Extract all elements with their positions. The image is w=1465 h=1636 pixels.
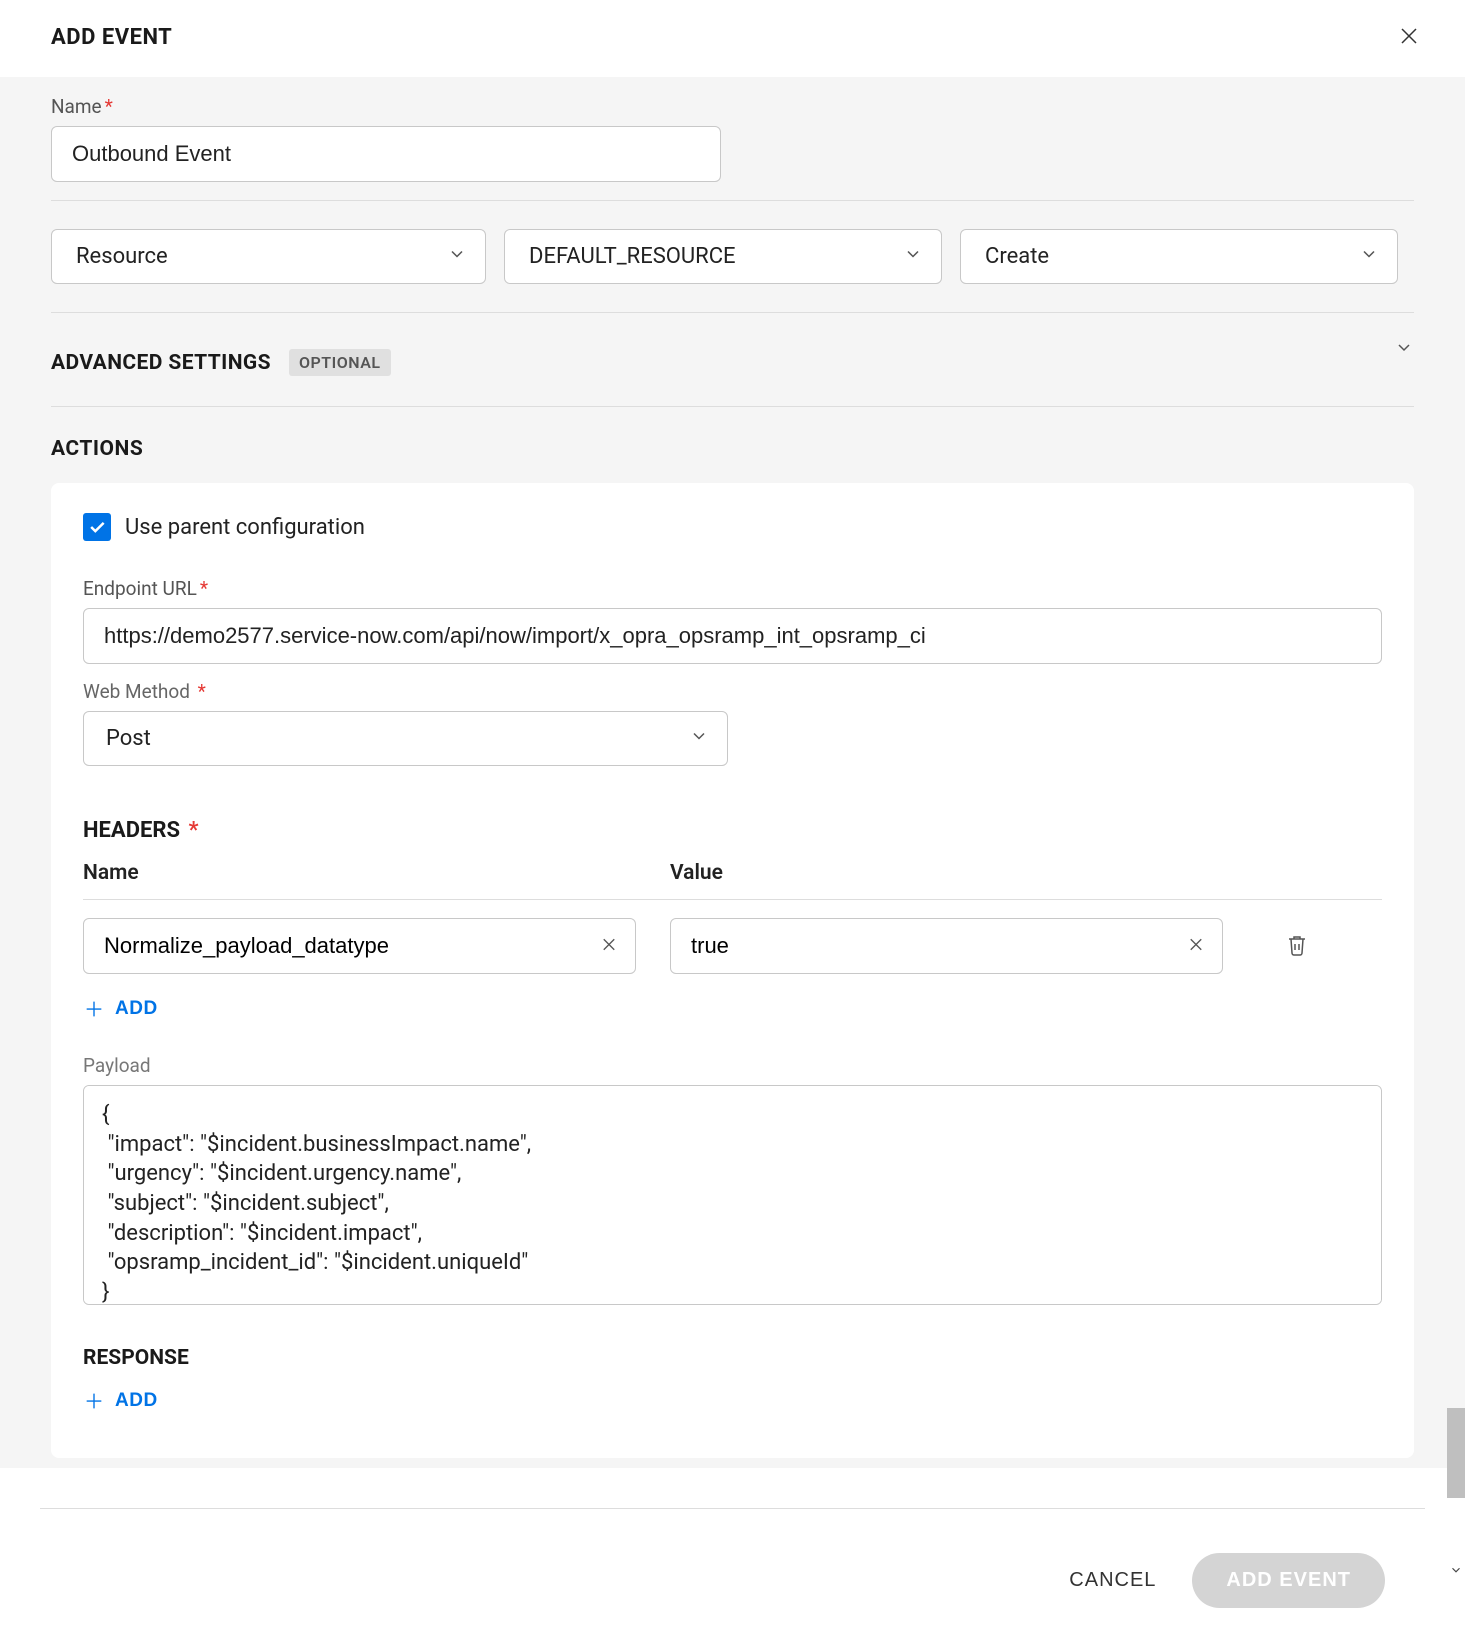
name-input[interactable] — [51, 126, 721, 182]
name-label: Name* — [51, 95, 1414, 118]
endpoint-label: Endpoint URL* — [83, 577, 1382, 600]
headers-section-title: HEADERS * — [83, 818, 1382, 843]
entity-type-select[interactable]: Resource — [51, 229, 486, 284]
header-name-input[interactable] — [83, 918, 636, 974]
resource-value: DEFAULT_RESOURCE — [529, 244, 736, 269]
chevron-down-icon — [1359, 244, 1379, 270]
endpoint-label-text: Endpoint URL — [83, 577, 197, 600]
headers-col-name: Name — [83, 861, 636, 885]
add-header-button[interactable]: ADD — [83, 992, 158, 1026]
advanced-settings-title: ADVANCED SETTINGS OPTIONAL — [51, 349, 391, 376]
divider — [51, 406, 1414, 407]
plus-icon — [83, 998, 105, 1020]
chevron-down-icon — [447, 244, 467, 270]
add-event-modal: ADD EVENT Name* Resource DEFAULT_RESOURC… — [0, 0, 1465, 1636]
add-header-label: ADD — [115, 998, 158, 1020]
modal-title: ADD EVENT — [51, 25, 172, 50]
required-asterisk: * — [193, 680, 206, 703]
header-name-field — [83, 918, 636, 974]
close-icon — [600, 936, 618, 954]
chevron-down-icon — [689, 726, 709, 752]
chevron-down-icon — [903, 244, 923, 270]
header-row — [83, 918, 1382, 974]
optional-badge: OPTIONAL — [289, 349, 391, 376]
cancel-button[interactable]: CANCEL — [1061, 1559, 1164, 1602]
modal-footer: CANCEL ADD EVENT — [40, 1508, 1425, 1636]
header-value-input[interactable] — [670, 918, 1223, 974]
resource-select[interactable]: DEFAULT_RESOURCE — [504, 229, 942, 284]
trash-icon — [1285, 932, 1309, 958]
required-asterisk: * — [105, 95, 113, 118]
clear-header-name-button[interactable] — [596, 932, 622, 961]
action-type-select[interactable]: Create — [960, 229, 1398, 284]
divider — [51, 200, 1414, 201]
header-value-field — [670, 918, 1223, 974]
required-asterisk: * — [183, 818, 198, 843]
scroll-down-icon[interactable] — [1449, 1558, 1463, 1572]
modal-header: ADD EVENT — [0, 0, 1465, 77]
add-response-button[interactable]: ADD — [83, 1384, 158, 1418]
headers-col-value: Value — [670, 861, 723, 885]
clear-header-value-button[interactable] — [1183, 932, 1209, 961]
delete-header-button[interactable] — [1277, 924, 1317, 969]
headers-title-text: HEADERS — [83, 818, 180, 843]
check-icon — [87, 517, 107, 537]
entity-select-row: Resource DEFAULT_RESOURCE Create — [51, 229, 1414, 284]
close-button[interactable] — [1393, 20, 1425, 55]
web-method-value: Post — [106, 726, 151, 751]
web-method-label-text: Web Method — [83, 680, 190, 703]
actions-card: Use parent configuration Endpoint URL* W… — [51, 483, 1414, 1458]
response-section-title: RESPONSE — [83, 1346, 1382, 1370]
payload-textarea[interactable] — [83, 1085, 1382, 1305]
plus-icon — [83, 1390, 105, 1412]
payload-label: Payload — [83, 1054, 1382, 1077]
name-label-text: Name — [51, 95, 102, 118]
chevron-down-icon — [1394, 338, 1414, 363]
use-parent-label: Use parent configuration — [125, 515, 365, 540]
action-type-value: Create — [985, 244, 1049, 269]
advanced-settings-text: ADVANCED SETTINGS — [51, 351, 271, 375]
headers-columns: Name Value — [83, 861, 1382, 900]
divider — [51, 312, 1414, 313]
advanced-settings-toggle[interactable]: ADVANCED SETTINGS OPTIONAL — [51, 343, 1414, 382]
close-icon — [1397, 24, 1421, 48]
endpoint-url-input[interactable] — [83, 608, 1382, 664]
scrollbar-thumb[interactable] — [1447, 1408, 1465, 1498]
close-icon — [1187, 936, 1205, 954]
use-parent-checkbox[interactable] — [83, 513, 111, 541]
web-method-select[interactable]: Post — [83, 711, 728, 766]
add-response-label: ADD — [115, 1390, 158, 1412]
web-method-label: Web Method * — [83, 680, 1382, 703]
use-parent-row: Use parent configuration — [83, 513, 1382, 541]
entity-type-value: Resource — [76, 244, 168, 269]
required-asterisk: * — [200, 577, 208, 600]
actions-section-title: ACTIONS — [51, 437, 1414, 461]
modal-body: Name* Resource DEFAULT_RESOURCE Create A… — [0, 77, 1465, 1468]
add-event-button[interactable]: ADD EVENT — [1192, 1553, 1385, 1608]
